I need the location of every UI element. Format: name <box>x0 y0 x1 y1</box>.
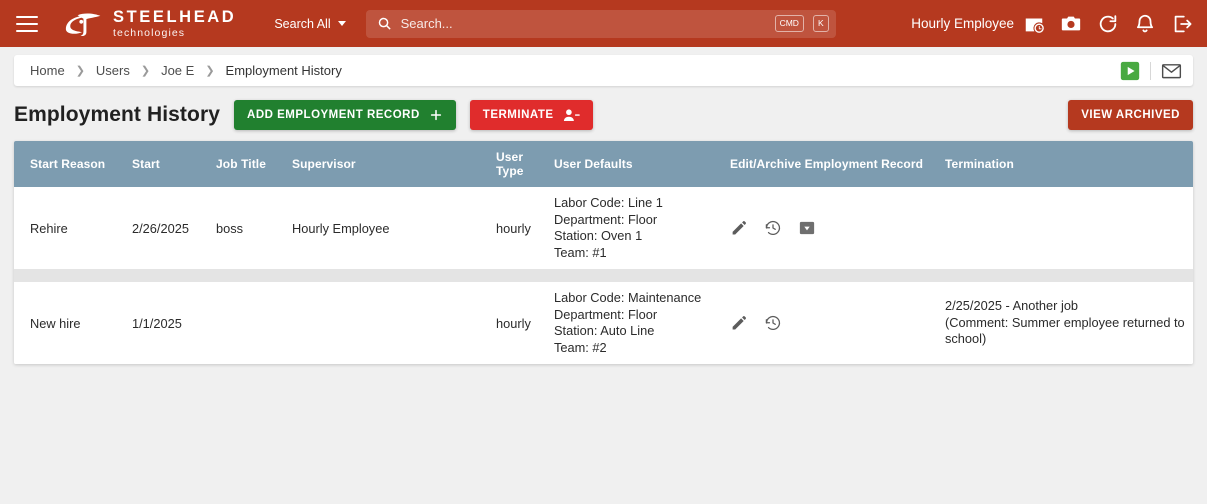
column-header-edit-archive[interactable]: Edit/Archive Employment Record <box>730 141 945 187</box>
column-header-user-defaults[interactable]: User Defaults <box>554 141 730 187</box>
page-header-right: VIEW ARCHIVED <box>1068 100 1193 130</box>
brand-logo[interactable]: STEELHEAD technologies <box>60 7 237 39</box>
table-row[interactable]: New hire 1/1/2025 hourly Labor Code: Mai… <box>14 282 1193 364</box>
hamburger-menu-icon[interactable] <box>16 15 38 32</box>
kbd-k-badge: K <box>812 15 829 32</box>
refresh-icon[interactable] <box>1097 13 1119 35</box>
table-row[interactable]: Rehire 2/26/2025 boss Hourly Employee ho… <box>14 187 1193 269</box>
cell-termination <box>945 187 1193 269</box>
user-default-department: Department: Floor <box>554 306 658 322</box>
termination-date-reason: 2/25/2025 - Another job <box>945 298 1079 314</box>
notifications-bell-icon[interactable] <box>1134 13 1156 35</box>
user-default-station: Station: Oven 1 <box>554 228 643 243</box>
add-employment-record-label: ADD EMPLOYMENT RECORD <box>247 109 420 121</box>
cell-start: 2/26/2025 <box>132 187 216 269</box>
search-bar[interactable]: CMD K <box>365 9 836 38</box>
row-actions <box>730 219 937 237</box>
cell-job-title: boss <box>216 187 292 269</box>
cell-start-reason: New hire <box>14 282 132 364</box>
cell-user-defaults: Labor Code: Line 1 Department: Floor Sta… <box>554 187 730 269</box>
breadcrumb-bar: Home ❯ Users ❯ Joe E ❯ Employment Histor… <box>14 55 1193 86</box>
breadcrumb-item-users[interactable]: Users <box>96 63 130 78</box>
cell-user-type: hourly <box>496 187 554 269</box>
steelhead-logo-icon <box>65 13 101 36</box>
camera-icon[interactable] <box>1060 13 1082 35</box>
cell-start-reason: Rehire <box>14 187 132 269</box>
edit-pencil-icon[interactable] <box>730 314 748 332</box>
brand-name: STEELHEAD <box>113 7 237 26</box>
user-default-station: Station: Auto Line <box>554 323 655 338</box>
brand-tagline: technologies <box>113 27 186 39</box>
view-archived-button[interactable]: VIEW ARCHIVED <box>1068 100 1193 130</box>
kbd-cmd-badge: CMD <box>774 15 804 32</box>
divider <box>1150 61 1151 80</box>
user-default-team: Team: #1 <box>554 244 607 260</box>
termination-comment: (Comment: Summer employee returned to sc… <box>945 314 1185 347</box>
cell-job-title <box>216 282 292 364</box>
chevron-down-icon <box>337 21 346 26</box>
cell-supervisor <box>292 282 496 364</box>
user-label: Hourly Employee <box>911 16 1014 31</box>
cell-edit-archive <box>730 282 945 364</box>
brand-wordmark: STEELHEAD technologies <box>113 7 237 39</box>
page-title: Employment History <box>14 103 221 126</box>
page-header: Employment History ADD EMPLOYMENT RECORD… <box>14 100 1193 130</box>
breadcrumb-separator-icon: ❯ <box>140 65 151 77</box>
app-bar-actions: Hourly Employee <box>911 13 1193 35</box>
add-employment-record-button[interactable]: ADD EMPLOYMENT RECORD <box>234 100 456 130</box>
breadcrumb-actions <box>1119 60 1183 82</box>
view-archived-label: VIEW ARCHIVED <box>1081 109 1180 121</box>
history-clock-icon[interactable] <box>764 314 782 332</box>
search-scope-dropdown[interactable]: Search All <box>274 16 346 31</box>
cell-supervisor: Hourly Employee <box>292 187 496 269</box>
person-minus-icon <box>563 108 580 121</box>
column-header-user-type[interactable]: User Type <box>496 141 554 187</box>
table-header-row: Start Reason Start Job Title Supervisor … <box>14 141 1193 187</box>
search-icon <box>378 17 391 30</box>
breadcrumb-separator-icon: ❯ <box>205 65 215 77</box>
cell-user-defaults: Labor Code: Maintenance Department: Floo… <box>554 282 730 364</box>
breadcrumb-separator-icon: ❯ <box>75 65 85 77</box>
archive-icon[interactable] <box>798 219 816 237</box>
column-header-start-reason[interactable]: Start Reason <box>14 141 132 187</box>
play-icon[interactable] <box>1119 60 1141 82</box>
breadcrumb-item-employment-history: Employment History <box>225 63 342 78</box>
breadcrumb-item-home[interactable]: Home <box>30 63 65 78</box>
breadcrumb: Home ❯ Users ❯ Joe E ❯ Employment Histor… <box>30 63 342 78</box>
column-header-supervisor[interactable]: Supervisor <box>292 141 496 187</box>
timecard-icon[interactable] <box>1023 13 1045 35</box>
row-actions <box>730 314 937 332</box>
terminate-label: TERMINATE <box>482 109 554 121</box>
user-default-team: Team: #2 <box>554 339 607 355</box>
user-default-labor-code: Labor Code: Maintenance <box>554 290 702 305</box>
search-input[interactable] <box>400 16 766 31</box>
user-menu[interactable]: Hourly Employee <box>911 13 1045 35</box>
breadcrumb-item-joe-e[interactable]: Joe E <box>161 63 194 78</box>
user-default-department: Department: Floor <box>554 211 658 227</box>
column-header-job-title[interactable]: Job Title <box>216 141 292 187</box>
logout-icon[interactable] <box>1171 13 1193 35</box>
cell-termination: 2/25/2025 - Another job (Comment: Summer… <box>945 282 1193 364</box>
top-app-bar: STEELHEAD technologies Search All CMD K … <box>0 0 1207 47</box>
cell-edit-archive <box>730 187 945 269</box>
column-header-termination[interactable]: Termination <box>945 141 1193 187</box>
employment-history-table-container: Start Reason Start Job Title Supervisor … <box>14 141 1193 364</box>
history-clock-icon[interactable] <box>764 219 782 237</box>
search-scope-label: Search All <box>274 16 331 31</box>
column-header-start[interactable]: Start <box>132 141 216 187</box>
edit-pencil-icon[interactable] <box>730 219 748 237</box>
mail-icon[interactable] <box>1160 60 1183 82</box>
cell-start: 1/1/2025 <box>132 282 216 364</box>
terminate-button[interactable]: TERMINATE <box>469 100 593 130</box>
user-default-labor-code: Labor Code: Line 1 <box>554 195 663 210</box>
employment-history-table: Start Reason Start Job Title Supervisor … <box>14 141 1193 364</box>
row-spacer <box>14 269 1193 282</box>
plus-icon <box>430 109 441 121</box>
cell-user-type: hourly <box>496 282 554 364</box>
